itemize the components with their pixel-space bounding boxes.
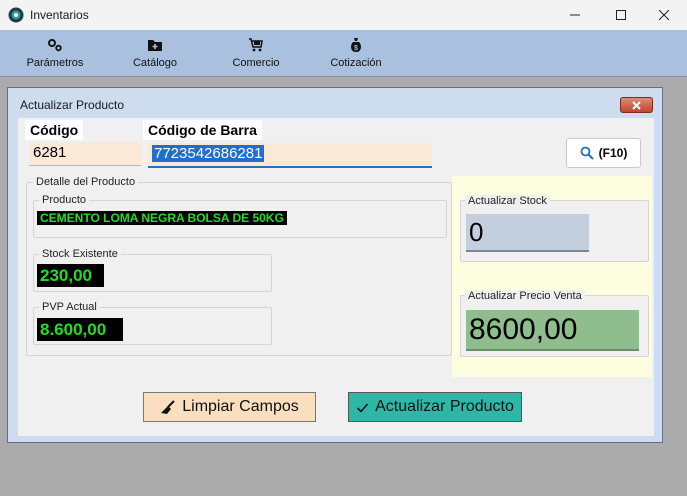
svg-text:$: $ [354,45,358,52]
actualizar-stock-input[interactable]: 0 [466,214,589,252]
menu-label: Cotización [330,57,382,69]
maximize-button[interactable] [598,0,644,30]
close-icon [659,10,669,20]
actualizar-precio-input[interactable]: 8600,00 [466,310,639,351]
search-button-label: (F10) [598,146,628,160]
detalle-producto-legend: Detalle del Producto [33,176,139,188]
search-icon [580,146,594,160]
menu-label: Parámetros [26,57,84,69]
producto-legend: Producto [39,194,90,206]
limpiar-campos-button[interactable]: Limpiar Campos [143,392,316,422]
folder-plus-icon [148,40,162,51]
minimize-button[interactable] [552,0,598,30]
codigo-barra-input[interactable]: 7723542686281 [148,143,432,168]
pvp-actual-value: 8.600,00 [37,318,123,341]
menu-parametros[interactable]: Parámetros [22,30,88,76]
actualizar-precio-legend: Actualizar Precio Venta [465,290,585,302]
codigo-barra-selected-text: 7723542686281 [152,145,265,162]
actualizar-producto-label: Actualizar Producto [375,398,514,415]
money-bag-icon: $ [351,38,361,52]
actualizar-stock-legend: Actualizar Stock [465,195,550,207]
dialog-title: Actualizar Producto [20,98,125,112]
menu-label: Catálogo [132,57,178,69]
codigo-barra-label: Código de Barra [143,120,262,140]
menu-catalogo[interactable]: Catálogo [124,30,186,76]
search-button[interactable]: (F10) [566,138,641,168]
minimize-icon [570,14,580,16]
codigo-input[interactable]: 6281 [29,142,141,166]
gears-icon [48,39,62,52]
limpiar-campos-label: Limpiar Campos [182,398,299,415]
window-title: Inventarios [30,8,89,22]
codigo-label: Código [25,120,84,140]
close-button[interactable] [641,0,687,30]
app-logo-icon [8,7,24,23]
menu-label: Comercio [232,57,280,69]
menu-cotizacion[interactable]: $ Cotización [324,30,388,76]
menu-comercio[interactable]: Comercio [226,30,286,76]
window-titlebar: Inventarios [0,0,687,30]
close-icon [632,100,641,110]
actualizar-producto-button[interactable]: Actualizar Producto [348,392,522,422]
main-menu: Parámetros Catálogo Comercio $ Cotizació… [0,30,687,76]
stock-existente-legend: Stock Existente [39,248,121,260]
cart-icon [249,38,263,52]
pvp-actual-legend: PVP Actual [39,301,100,313]
maximize-icon [616,10,626,20]
stock-existente-value: 230,00 [37,264,104,287]
check-icon [357,402,369,413]
producto-value: CEMENTO LOMA NEGRA BOLSA DE 50KG [37,211,287,225]
dialog-close-button[interactable] [620,97,653,113]
broom-icon [161,400,175,414]
